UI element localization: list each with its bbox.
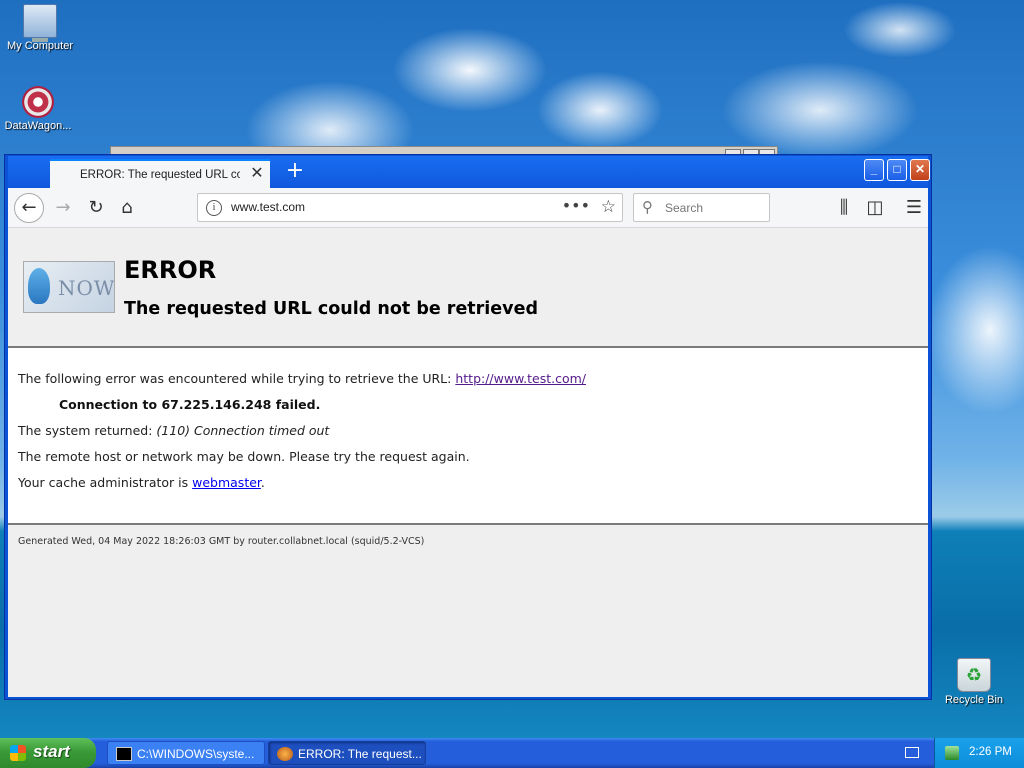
navigation-toolbar: ← → ↻ ⌂ i www.test.com ••• ☆ ⚲ Search ⫼ … (8, 188, 928, 228)
taskbar-item-label: ERROR: The request... (298, 747, 422, 761)
page-subtitle: The requested URL could not be retrieved (124, 299, 538, 319)
cache-admin-prefix: Your cache administrator is (18, 475, 193, 490)
desktop-icon-datawagon[interactable]: DataWagon... (0, 86, 78, 132)
squid-logo: NOW (23, 261, 115, 313)
error-header: NOW ERROR The requested URL could not be… (8, 228, 928, 348)
arrow-right-icon: → (55, 197, 71, 218)
library-button[interactable]: ⫼ (830, 194, 858, 222)
reload-button[interactable]: ↻ (82, 194, 110, 222)
search-input[interactable]: ⚲ Search (633, 193, 770, 222)
error-system-returned: The system returned: (110) Connection ti… (18, 423, 329, 438)
system-returned-message: (110) Connection timed out (156, 423, 330, 438)
windows-logo-icon (10, 745, 26, 761)
tab-bar: ERROR: The requested URL could ✕ + _ □ ✕ (8, 156, 930, 190)
error-line-url: The following error was encountered whil… (18, 371, 586, 386)
close-button[interactable]: ✕ (910, 159, 930, 181)
start-label: start (33, 742, 70, 761)
minimize-button[interactable]: _ (864, 159, 884, 181)
url-bar[interactable]: i www.test.com ••• ☆ (197, 193, 623, 222)
system-tray: 2:26 PM (934, 738, 1024, 768)
desktop-icon-label: Recycle Bin (944, 694, 1004, 706)
taskbar-item-browser[interactable]: ERROR: The request... (268, 741, 426, 765)
sidebar-icon: ◫ (866, 197, 884, 218)
squid-icon (28, 268, 50, 304)
cmd-icon (116, 746, 132, 761)
error-cache-admin: Your cache administrator is webmaster. (18, 475, 265, 490)
tab-active[interactable]: ERROR: The requested URL could ✕ (50, 159, 270, 190)
taskbar-item-cmd[interactable]: C:\WINDOWS\syste... (107, 741, 265, 765)
cache-admin-suffix: . (260, 475, 265, 490)
webmaster-link[interactable]: webmaster (192, 475, 261, 490)
info-icon[interactable]: i (206, 200, 222, 216)
computer-icon (23, 4, 57, 42)
sidebar-button[interactable]: ◫ (861, 194, 889, 222)
tab-close-icon[interactable]: ✕ (248, 165, 266, 183)
recycle-bin-icon: ♻ (957, 658, 991, 692)
clock[interactable]: 2:26 PM (969, 746, 1012, 758)
reload-icon: ↻ (88, 197, 104, 218)
desktop-icon-label: DataWagon... (4, 120, 72, 132)
hamburger-icon: ☰ (905, 197, 923, 218)
taskbar: start C:\WINDOWS\syste... ERROR: The req… (0, 738, 1024, 768)
desktop-icon-my-computer[interactable]: My Computer (0, 4, 80, 52)
browser-window: ERROR: The requested URL could ✕ + _ □ ✕… (4, 154, 932, 700)
taskbar-item-label: C:\WINDOWS\syste... (137, 747, 255, 761)
maximize-button[interactable]: □ (887, 159, 907, 181)
error-line-url-prefix: The following error was encountered whil… (18, 371, 456, 386)
page-actions-icon[interactable]: ••• (562, 196, 590, 215)
error-connection-failed: Connection to 67.225.146.248 failed. (59, 397, 321, 412)
logo-text: NOW (58, 276, 115, 300)
new-tab-button[interactable]: + (281, 159, 309, 185)
desktop-icon-recycle-bin[interactable]: ♻ Recycle Bin (934, 658, 1014, 706)
error-remote-host: The remote host or network may be down. … (18, 449, 470, 464)
page-content: NOW ERROR The requested URL could not be… (8, 228, 928, 697)
tab-title: ERROR: The requested URL could (80, 169, 240, 181)
home-button[interactable]: ⌂ (113, 194, 141, 222)
arrow-left-icon: ← (21, 197, 37, 218)
forward-button[interactable]: → (49, 194, 77, 222)
page-title: ERROR (124, 256, 217, 284)
home-icon: ⌂ (121, 197, 133, 218)
network-icon[interactable] (945, 746, 959, 760)
datawagon-icon (22, 86, 54, 118)
search-placeholder: Search (665, 201, 704, 215)
error-footer: Generated Wed, 04 May 2022 18:26:03 GMT … (8, 523, 928, 697)
back-button[interactable]: ← (14, 193, 44, 223)
generated-footer-text: Generated Wed, 04 May 2022 18:26:03 GMT … (18, 536, 425, 547)
keyboard-icon[interactable] (905, 747, 919, 758)
system-returned-prefix: The system returned: (18, 423, 157, 438)
url-text[interactable]: www.test.com (231, 200, 305, 214)
firefox-icon (277, 746, 293, 761)
requested-url-link[interactable]: http://www.test.com/ (455, 371, 586, 386)
bookmark-star-icon[interactable]: ☆ (601, 197, 616, 217)
library-icon: ⫼ (839, 197, 849, 218)
start-button[interactable]: start (0, 738, 96, 768)
menu-button[interactable]: ☰ (900, 194, 928, 222)
search-icon: ⚲ (642, 198, 653, 216)
